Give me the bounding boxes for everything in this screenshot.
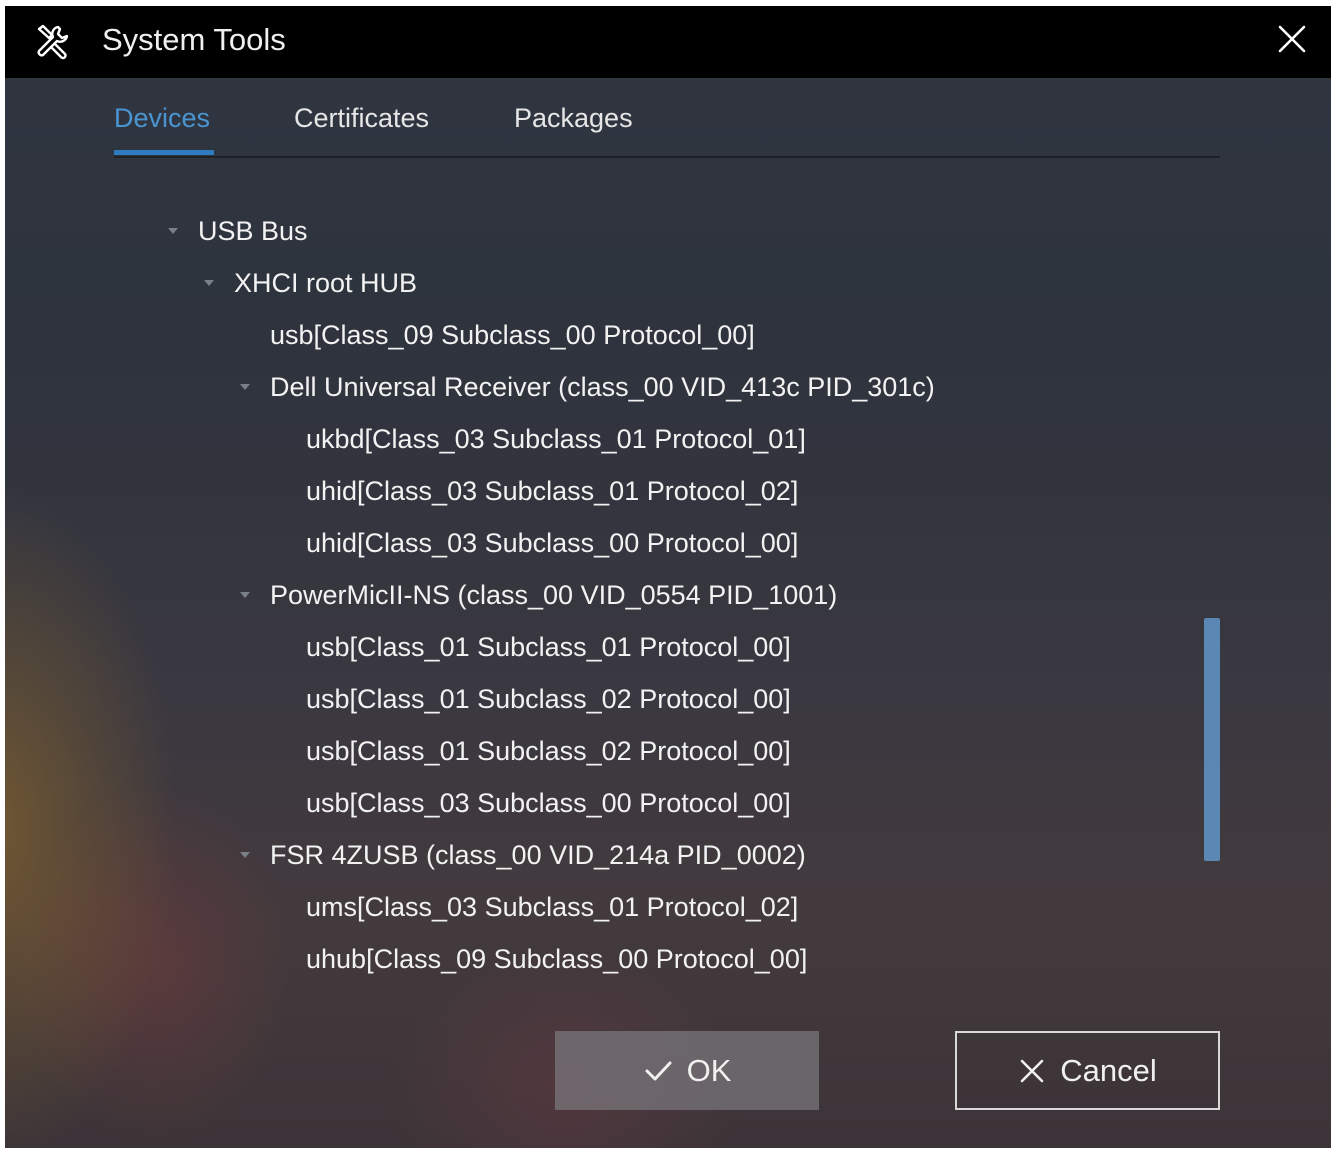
tree-node[interactable]: uhid[Class_03 Subclass_00 Protocol_00] bbox=[306, 523, 798, 563]
tree-node-label: usb[Class_09 Subclass_00 Protocol_00] bbox=[270, 320, 755, 350]
tree-node[interactable]: uhub[Class_09 Subclass_00 Protocol_00] bbox=[306, 939, 807, 979]
tree-node[interactable]: Dell Universal Receiver (class_00 VID_41… bbox=[240, 367, 935, 407]
tree-node-label: uhid[Class_03 Subclass_01 Protocol_02] bbox=[306, 476, 799, 506]
tree-node-label: ums[Class_03 Subclass_01 Protocol_02] bbox=[306, 892, 799, 922]
cancel-button[interactable]: Cancel bbox=[955, 1031, 1220, 1110]
tree-node-label: usb[Class_01 Subclass_02 Protocol_00] bbox=[306, 684, 791, 714]
active-tab-indicator bbox=[114, 150, 214, 155]
title-bar: System Tools bbox=[5, 6, 1331, 78]
tree-node[interactable]: usb[Class_01 Subclass_02 Protocol_00] bbox=[306, 731, 791, 771]
tree-node-label: FSR 4ZUSB (class_00 VID_214a PID_0002) bbox=[270, 840, 806, 870]
tree-node[interactable]: usb[Class_01 Subclass_01 Protocol_00] bbox=[306, 627, 791, 667]
tab-packages[interactable]: Packages bbox=[514, 100, 633, 136]
tree-node[interactable]: usb[Class_09 Subclass_00 Protocol_00] bbox=[270, 315, 755, 355]
caret-down-icon[interactable] bbox=[240, 592, 250, 598]
ok-button[interactable]: OK bbox=[555, 1031, 819, 1110]
tree-node[interactable]: USB Bus bbox=[168, 211, 308, 251]
tree-node[interactable]: PowerMicII-NS (class_00 VID_0554 PID_100… bbox=[240, 575, 838, 615]
tree-node[interactable]: ums[Class_03 Subclass_01 Protocol_02] bbox=[306, 887, 798, 927]
close-button[interactable] bbox=[1272, 19, 1312, 59]
tab-devices[interactable]: Devices bbox=[114, 100, 210, 136]
tree-node[interactable]: ukbd[Class_03 Subclass_01 Protocol_01] bbox=[306, 419, 806, 459]
device-tree: USB Bus XHCI root HUB usb[Class_09 Subclas… bbox=[5, 211, 1195, 991]
tree-node-label: XHCI root HUB bbox=[234, 268, 418, 298]
tree-node-label: uhub[Class_09 Subclass_00 Protocol_00] bbox=[306, 944, 808, 974]
window-title: System Tools bbox=[102, 22, 286, 57]
tree-node-label: Dell Universal Receiver (class_00 VID_41… bbox=[270, 372, 935, 402]
system-tools-dialog: System Tools Devices Certificates Packag… bbox=[5, 6, 1331, 1148]
check-icon bbox=[645, 1061, 672, 1080]
tree-node-label: usb[Class_03 Subclass_00 Protocol_00] bbox=[306, 788, 791, 818]
tree-node[interactable]: usb[Class_01 Subclass_02 Protocol_00] bbox=[306, 679, 791, 719]
cancel-button-label: Cancel bbox=[1060, 1052, 1157, 1088]
tree-node-label: usb[Class_01 Subclass_02 Protocol_00] bbox=[306, 736, 791, 766]
close-icon bbox=[1020, 1059, 1044, 1082]
caret-down-icon[interactable] bbox=[204, 280, 214, 286]
tools-icon bbox=[33, 22, 73, 62]
tab-bar: Devices Certificates Packages bbox=[114, 78, 1220, 158]
scrollbar-thumb[interactable] bbox=[1204, 618, 1220, 861]
tree-node-label: PowerMicII-NS (class_00 VID_0554 PID_100… bbox=[270, 580, 838, 610]
tree-node[interactable]: XHCI root HUB bbox=[204, 263, 418, 303]
tree-node-label: usb[Class_01 Subclass_01 Protocol_00] bbox=[306, 632, 791, 662]
tree-node-label: USB Bus bbox=[198, 216, 308, 246]
tree-node[interactable]: usb[Class_03 Subclass_00 Protocol_00] bbox=[306, 783, 791, 823]
tree-node[interactable]: uhid[Class_03 Subclass_01 Protocol_02] bbox=[306, 471, 798, 511]
caret-down-icon[interactable] bbox=[240, 384, 250, 390]
tab-certificates[interactable]: Certificates bbox=[294, 100, 429, 136]
tree-node[interactable]: FSR 4ZUSB (class_00 VID_214a PID_0002) bbox=[240, 835, 806, 875]
caret-down-icon[interactable] bbox=[240, 852, 250, 858]
ok-button-label: OK bbox=[686, 1052, 732, 1088]
tree-node-label: ukbd[Class_03 Subclass_01 Protocol_01] bbox=[306, 424, 806, 454]
tree-node-label: uhid[Class_03 Subclass_00 Protocol_00] bbox=[306, 528, 799, 558]
close-icon bbox=[1278, 25, 1306, 53]
caret-down-icon[interactable] bbox=[168, 228, 178, 234]
